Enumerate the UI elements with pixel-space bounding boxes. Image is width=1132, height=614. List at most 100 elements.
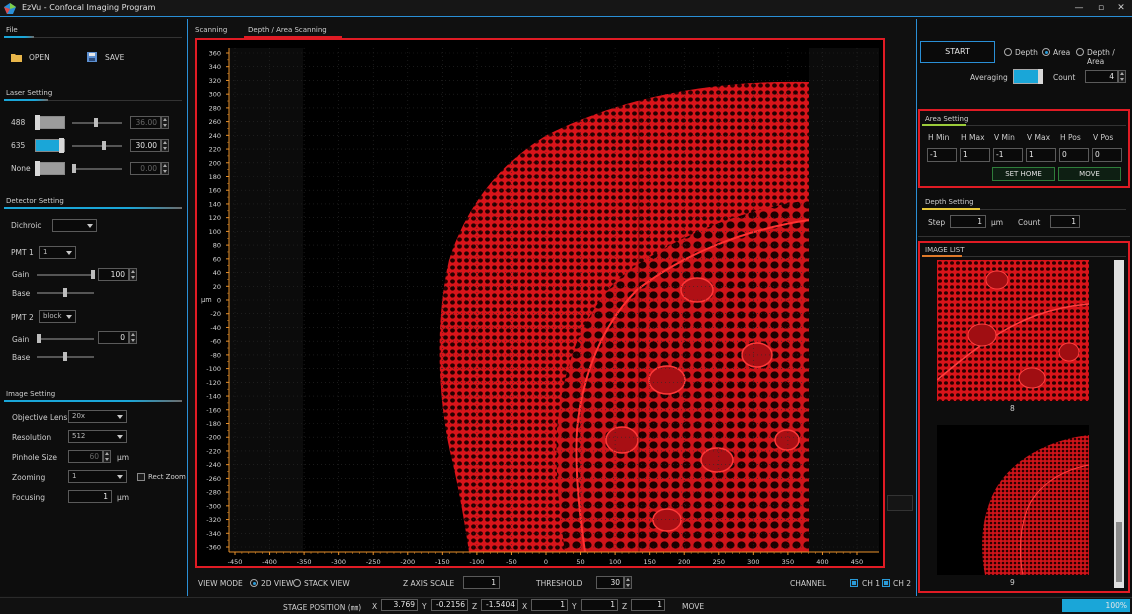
averaging-count-input[interactable]: 4 xyxy=(1085,70,1118,83)
y-tick-label: -180 xyxy=(206,420,221,428)
minimize-button[interactable]: — xyxy=(1072,2,1086,14)
area-input-4[interactable]: 0 xyxy=(1059,148,1089,162)
target-x-label: X xyxy=(522,602,528,611)
pinhole-spinner[interactable] xyxy=(103,450,111,463)
laser-0-power-handle[interactable] xyxy=(94,118,99,127)
depth-step-input[interactable]: 1 xyxy=(950,215,986,228)
area-input-2[interactable]: -1 xyxy=(993,148,1023,162)
laser-2-power-slider[interactable] xyxy=(72,168,122,170)
zoom-dropdown[interactable]: 1 xyxy=(68,470,127,483)
x-tick-label: -100 xyxy=(470,558,485,566)
gain1-slider-track[interactable] xyxy=(37,274,94,276)
threshold-input[interactable]: 30 xyxy=(596,576,624,589)
ch1-checkbox[interactable] xyxy=(850,579,858,587)
gain1-slider-handle[interactable] xyxy=(91,270,95,279)
laser-1-toggle-handle[interactable] xyxy=(59,138,64,153)
laser-0-power-spinner[interactable] xyxy=(161,116,169,129)
threshold-spinner[interactable] xyxy=(624,576,632,589)
rect-zoom-checkbox[interactable] xyxy=(137,473,145,481)
depth-count-input[interactable]: 1 xyxy=(1050,215,1080,228)
dichroic-dropdown[interactable] xyxy=(52,219,97,232)
move-area-button[interactable]: MOVE xyxy=(1058,167,1121,181)
x-tick-label: -250 xyxy=(366,558,381,566)
stage-x-field[interactable]: 3.769 xyxy=(381,599,418,611)
area-input-0[interactable]: -1 xyxy=(927,148,957,162)
laser-2-power-handle[interactable] xyxy=(72,164,76,173)
image-thumbnail-8[interactable] xyxy=(937,260,1089,401)
gain2-slider-track[interactable] xyxy=(37,338,94,340)
stage-move-button[interactable]: MOVE xyxy=(682,602,704,611)
x-tick-label: -300 xyxy=(331,558,346,566)
target-z-input[interactable]: 1 xyxy=(631,599,665,611)
area-setting-title: Area Setting xyxy=(925,115,969,123)
mode-depth-area-label[interactable]: Depth / Area xyxy=(1087,48,1132,66)
mode-depth-area-radio[interactable] xyxy=(1076,48,1084,56)
gain1-input[interactable]: 100 xyxy=(98,268,129,281)
area-input-3[interactable]: 1 xyxy=(1026,148,1056,162)
image-thumbnail-9[interactable] xyxy=(937,425,1089,575)
image-list-scrollbar[interactable] xyxy=(1114,260,1124,588)
averaging-toggle-handle[interactable] xyxy=(1038,69,1043,84)
y-tick-label: 240 xyxy=(209,132,221,140)
scan-image-panel[interactable]: 360 340 320 300 280 260 240 220 200 180 160 140 120 1… xyxy=(195,38,885,568)
laser-1-power-handle[interactable] xyxy=(102,141,107,150)
z-axis-scale-input[interactable]: 1 xyxy=(463,576,500,589)
tab-scanning[interactable]: Scanning xyxy=(195,26,227,34)
laser-section-title: Laser Setting xyxy=(6,89,53,97)
chevron-down-icon xyxy=(117,415,123,419)
mode-area-radio[interactable] xyxy=(1042,48,1050,56)
gain2-input[interactable]: 0 xyxy=(98,331,129,344)
start-button[interactable]: START xyxy=(920,41,995,63)
laser-0-power-input[interactable]: 36.00 xyxy=(130,116,161,129)
averaging-count-spinner[interactable] xyxy=(1118,70,1126,83)
area-input-1[interactable]: 1 xyxy=(960,148,990,162)
laser-2-toggle-handle[interactable] xyxy=(35,161,40,176)
pmt1-dropdown[interactable]: 1 xyxy=(39,246,76,259)
view-stack-label[interactable]: STACK VIEW xyxy=(304,579,350,588)
resolution-dropdown[interactable]: 512 xyxy=(68,430,127,443)
laser-2-power-input[interactable]: 0.00 xyxy=(130,162,161,175)
pinhole-input[interactable]: 60 xyxy=(68,450,103,463)
ch2-checkbox[interactable] xyxy=(882,579,890,587)
stage-y-field[interactable]: -0.2156 xyxy=(431,599,468,611)
target-y-input[interactable]: 1 xyxy=(581,599,618,611)
x-tick-label: 400 xyxy=(816,558,828,566)
view-stack-radio[interactable] xyxy=(293,579,301,587)
panel-collapse-handle[interactable] xyxy=(887,495,913,511)
mode-depth-label[interactable]: Depth xyxy=(1015,48,1038,57)
laser-2-power-spinner[interactable] xyxy=(161,162,169,175)
view-2d-radio[interactable] xyxy=(250,579,258,587)
rect-zoom-label: Rect Zoom xyxy=(148,473,186,481)
maximize-button[interactable]: ▫ xyxy=(1094,2,1108,14)
close-button[interactable]: ✕ xyxy=(1114,2,1128,14)
x-tick-label: 450 xyxy=(851,558,863,566)
scan-plot[interactable]: 3603403203002802602402202001801601401201… xyxy=(197,40,883,566)
gain2-spinner[interactable] xyxy=(129,331,137,344)
pmt2-dropdown[interactable]: block xyxy=(39,310,76,323)
chevron-down-icon xyxy=(66,315,72,319)
view-2d-label[interactable]: 2D VIEW xyxy=(261,579,293,588)
laser-1-power-spinner[interactable] xyxy=(161,139,169,152)
laser-1-power-input[interactable]: 30.00 xyxy=(130,139,161,152)
gain2-slider-handle[interactable] xyxy=(37,334,41,343)
mode-area-label[interactable]: Area xyxy=(1053,48,1070,57)
laser-0-toggle-handle[interactable] xyxy=(35,115,40,130)
area-input-5[interactable]: 0 xyxy=(1092,148,1122,162)
open-button[interactable]: OPEN xyxy=(11,52,71,64)
gain1-spinner[interactable] xyxy=(129,268,137,281)
save-button[interactable]: SAVE xyxy=(87,52,147,64)
base2-slider-handle[interactable] xyxy=(63,352,67,361)
laser-1-power-slider[interactable] xyxy=(72,145,122,147)
y-tick-label: -340 xyxy=(206,530,221,538)
y-tick-label: 220 xyxy=(209,146,221,154)
target-x-input[interactable]: 1 xyxy=(531,599,568,611)
focus-input[interactable]: 1 xyxy=(68,490,112,503)
mode-depth-radio[interactable] xyxy=(1004,48,1012,56)
set-home-button[interactable]: SET HOME xyxy=(992,167,1055,181)
objective-dropdown[interactable]: 20x xyxy=(68,410,127,423)
image-list-scroll-thumb[interactable] xyxy=(1116,522,1122,582)
focus-unit: μm xyxy=(117,493,130,502)
base1-slider-handle[interactable] xyxy=(63,288,67,297)
tab-depth-area-scanning[interactable]: Depth / Area Scanning xyxy=(248,26,327,34)
stage-z-field[interactable]: -1.5404 xyxy=(481,599,518,611)
